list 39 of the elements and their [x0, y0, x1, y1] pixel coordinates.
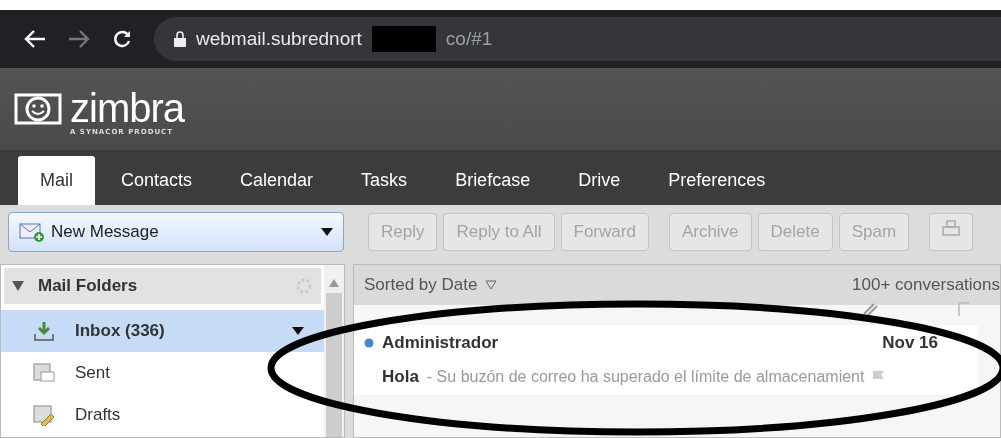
- message-preview: - Su buzón de correo ha superado el límite de almacenamient: [426, 368, 865, 386]
- address-bar[interactable]: webmail.subrednort co/#1: [154, 17, 1001, 61]
- envelope-plus-icon: [19, 221, 45, 242]
- folder-item[interactable]: Inbox (336): [1, 310, 324, 352]
- conversation-count: 100+ conversations: [852, 275, 1000, 295]
- scroll-up-icon[interactable]: [329, 279, 339, 287]
- app-tab[interactable]: Calendar: [218, 156, 336, 205]
- new-message-button[interactable]: New Message: [8, 211, 344, 252]
- folders-title: Mail Folders: [38, 276, 139, 296]
- redaction-block: [371, 26, 436, 52]
- message-row[interactable]: Administrador Nov 16 Hola - Su buzón de correo ha superado el límite de almacenamient: [354, 325, 978, 395]
- collapse-triangle-icon[interactable]: [12, 281, 24, 291]
- url-text: webmail.subrednort: [196, 28, 362, 50]
- app-tab[interactable]: Briefcase: [433, 156, 553, 205]
- app-tab[interactable]: Tasks: [339, 156, 430, 205]
- folder-item[interactable]: Drafts: [1, 394, 324, 436]
- inbox-icon: [33, 320, 55, 342]
- app-tab[interactable]: Mail: [18, 156, 95, 205]
- scrollbar[interactable]: [324, 265, 344, 437]
- caret-icon: [321, 227, 333, 236]
- back-icon[interactable]: [24, 29, 46, 49]
- folders-header[interactable]: Mail Folders: [4, 268, 321, 304]
- app-tab[interactable]: Preferences: [646, 156, 788, 205]
- folder-item[interactable]: Sent: [1, 352, 324, 394]
- sort-triangle-icon[interactable]: [485, 280, 498, 290]
- url-text: co/#1: [445, 28, 493, 50]
- message-date: Nov 16: [882, 333, 938, 353]
- app-tab[interactable]: Drive: [556, 156, 643, 205]
- caret-icon[interactable]: [292, 327, 304, 335]
- printer-icon: [942, 220, 961, 238]
- reload-icon[interactable]: [112, 29, 132, 49]
- lock-icon: [174, 31, 186, 47]
- message-subject: Hola: [382, 367, 419, 387]
- forward-icon[interactable]: [68, 29, 90, 49]
- app-tab[interactable]: Contacts: [99, 156, 215, 205]
- sort-label[interactable]: Sorted by Date: [364, 275, 478, 295]
- logo-wordmark: zimbra: [70, 88, 185, 128]
- folder-pencil-icon: [33, 404, 55, 426]
- message-sender: Administrador: [382, 333, 500, 353]
